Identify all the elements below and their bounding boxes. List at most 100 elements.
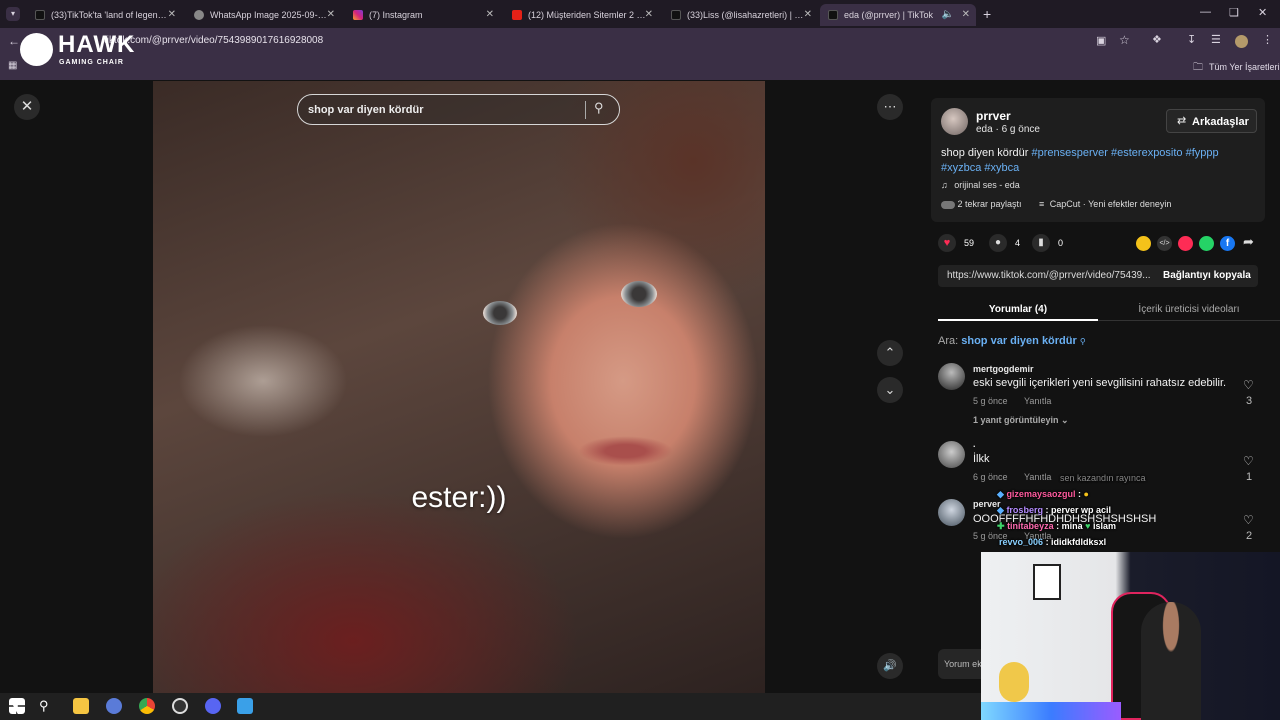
all-bookmarks-label[interactable]: Tüm Yer İşaretleri — [1209, 62, 1280, 72]
close-tab-icon[interactable]: ✕ — [168, 9, 176, 20]
heart-outline-icon[interactable]: ♡ — [1243, 513, 1254, 527]
comment-item: mertgogdemir eski sevgili içerikleri yen… — [938, 363, 1268, 433]
avatar[interactable] — [941, 108, 968, 135]
search-suggestion[interactable]: Ara: shop var diyen kördür ⚲ — [938, 335, 1086, 347]
coin-icon[interactable] — [1136, 236, 1151, 251]
comment-input-placeholder: Yorum ek — [944, 659, 982, 669]
browser-tab-bar: ▾ (33)TikTok'ta 'land of legends e ✕ Wha… — [0, 0, 1280, 28]
browser-tab[interactable]: (12) Müşteriden Sitemler 2 - Yo ✕ — [504, 4, 659, 26]
browser-tab[interactable]: (33)Liss (@lisahazretleri) | TikTo ✕ — [663, 4, 818, 26]
swap-icon: ⇄ — [1177, 115, 1187, 127]
heart-outline-icon[interactable]: ♡ — [1243, 454, 1254, 468]
comment-like-count: 1 — [1246, 471, 1253, 483]
tab-comments[interactable]: Yorumlar (4) — [938, 299, 1098, 321]
tab-search-icon[interactable]: ▾ — [6, 7, 20, 21]
new-tab-icon[interactable]: + — [983, 6, 991, 22]
comment-username[interactable]: mertgogdemir — [973, 364, 1034, 374]
repost-row[interactable]: 2 tekrar paylaştı — [941, 199, 1022, 209]
search-icon[interactable]: ⚲ — [594, 100, 604, 116]
video-search-bar[interactable]: ⚲ — [297, 94, 620, 125]
close-window-icon[interactable]: ✕ — [1258, 6, 1267, 19]
comment-username[interactable]: . — [973, 439, 976, 449]
extensions-icon[interactable]: ❖ — [1152, 33, 1162, 46]
menu-icon[interactable]: ⋮ — [1262, 33, 1273, 46]
search-icon: ⚲ — [1079, 337, 1086, 346]
post-description: shop diyen kördür #prensesperver #estere… — [941, 147, 1219, 174]
next-video-button[interactable]: ⌄ — [877, 377, 903, 403]
facebook-icon[interactable]: f — [1220, 236, 1235, 251]
webcam-overlay — [981, 552, 1280, 720]
restore-icon[interactable]: ❑ — [1229, 6, 1239, 19]
hashtags[interactable]: #prensesperver #esterexposito #fyppp — [1032, 147, 1219, 159]
share-icon[interactable]: ➦ — [1243, 234, 1254, 250]
like-button[interactable]: ♥ 59 — [938, 234, 978, 252]
more-options-button[interactable]: ⋯ — [877, 94, 903, 120]
close-tab-icon[interactable]: ✕ — [486, 9, 494, 20]
discord-icon[interactable] — [205, 698, 221, 714]
hawk-logo: HAWK GAMING CHAIR — [20, 31, 134, 71]
search-icon[interactable]: ⚲ — [39, 698, 55, 714]
send-icon[interactable] — [1178, 236, 1193, 251]
install-app-icon[interactable]: ▣ — [1096, 34, 1106, 47]
whatsapp-icon[interactable] — [1199, 236, 1214, 251]
heart-outline-icon[interactable]: ♡ — [1243, 378, 1254, 392]
avatar[interactable] — [938, 499, 965, 526]
friends-button[interactable]: ⇄ Arkadaşlar — [1166, 109, 1257, 133]
obs-icon[interactable] — [172, 698, 188, 714]
tiktok-icon — [671, 10, 681, 20]
capcut-row[interactable]: ≡ CapCut · Yeni efektler deneyin — [1039, 199, 1171, 209]
comment-like-count: 3 — [1246, 395, 1253, 407]
browser-tab[interactable]: (33)TikTok'ta 'land of legends e ✕ — [27, 4, 182, 26]
wall-poster — [1033, 564, 1061, 600]
comment-icon: ● — [989, 234, 1007, 252]
close-video-button[interactable]: ✕ — [14, 94, 40, 120]
video-link-text[interactable]: https://www.tiktok.com/@prrver/video/754… — [947, 270, 1157, 281]
search-input[interactable] — [308, 101, 578, 119]
post-username[interactable]: prrver — [976, 109, 1011, 123]
youtube-icon — [512, 10, 522, 20]
save-button[interactable]: ▮ 0 — [1032, 234, 1072, 252]
star-icon[interactable]: ☆ — [1119, 33, 1130, 47]
app-icon[interactable] — [237, 698, 253, 714]
profile-avatar[interactable] — [1235, 35, 1248, 48]
copy-link-button[interactable]: Bağlantıyı kopyala — [1163, 270, 1251, 281]
url-field[interactable]: tiktok.com/@prrver/video/754398901761692… — [100, 32, 1090, 50]
avatar[interactable] — [938, 441, 965, 468]
file-explorer-icon[interactable] — [73, 698, 89, 714]
reply-button[interactable]: Yanıtla — [1024, 396, 1051, 406]
close-tab-icon[interactable]: ✕ — [962, 9, 970, 20]
close-tab-icon[interactable]: ✕ — [645, 9, 653, 20]
minimize-icon[interactable]: — — [1200, 6, 1211, 18]
browser-tab[interactable]: WhatsApp Image 2025-09-02 a ✕ — [186, 4, 341, 26]
comment-like-count: 2 — [1246, 530, 1253, 542]
media-icon[interactable]: ☰ — [1211, 33, 1221, 46]
previous-video-button[interactable]: ⌃ — [877, 340, 903, 366]
video-face — [483, 301, 517, 325]
hashtags[interactable]: #xyzbca #xybca — [941, 162, 1019, 174]
video-caption: ester:)) — [411, 481, 507, 514]
folder-icon[interactable]: 🗀 — [1193, 60, 1203, 77]
browser-tab[interactable]: (7) Instagram ✕ — [345, 4, 500, 26]
video-player[interactable]: ester:)) — [153, 81, 765, 693]
embed-icon[interactable]: </> — [1157, 236, 1172, 251]
reply-button[interactable]: Yanıtla — [1024, 472, 1051, 482]
view-replies-button[interactable]: 1 yanıt görüntüleyin ⌄ — [973, 415, 1069, 426]
sound-row[interactable]: ♫ orijinal ses - eda — [941, 180, 1020, 190]
download-icon[interactable]: ↧ — [1187, 33, 1196, 46]
comment-button[interactable]: ● 4 — [989, 234, 1029, 252]
taskbar: ⚲ — [0, 693, 981, 720]
windows-start-icon[interactable] — [9, 698, 25, 714]
volume-button[interactable]: 🔊 — [877, 653, 903, 679]
back-icon[interactable]: ← — [8, 34, 20, 48]
app-icon[interactable] — [106, 698, 122, 714]
avatar[interactable] — [938, 363, 965, 390]
browser-tab-active[interactable]: eda (@prrver) | TikTok ✕ 🔈 — [820, 4, 976, 26]
apps-grid-icon[interactable]: ▦ — [8, 60, 17, 71]
tab-creator-videos[interactable]: İçerik üreticisi videoları — [1098, 299, 1280, 321]
close-tab-icon[interactable]: ✕ — [327, 9, 335, 20]
chrome-icon[interactable] — [139, 698, 155, 714]
chat-message: revvo_006 : ididkfdldksxl — [999, 537, 1107, 547]
close-tab-icon[interactable]: ✕ — [804, 9, 812, 20]
bookmarks-bar: ▦ 🗀 Tüm Yer İşaretleri — [0, 54, 1280, 80]
speaker-icon[interactable]: 🔈 — [942, 9, 954, 20]
